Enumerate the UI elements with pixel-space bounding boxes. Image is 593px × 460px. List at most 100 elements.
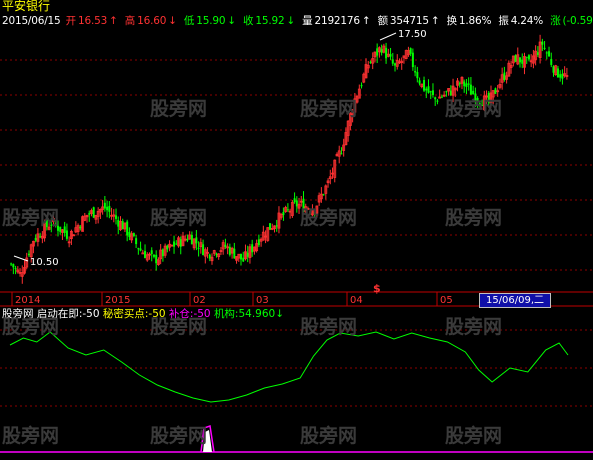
candle-body-down xyxy=(550,59,553,65)
price-chart-canvas[interactable]: 17.50 10.50 2014 2015 02 03 04 05 $ xyxy=(0,0,593,460)
candle-body-down xyxy=(389,54,392,57)
date-marker: $ xyxy=(373,282,381,295)
candle-body-down xyxy=(155,254,158,264)
candle-body-down xyxy=(128,231,131,238)
candle-body-down xyxy=(34,237,37,241)
candle-body-down xyxy=(103,202,106,209)
candle-body-down xyxy=(275,225,278,227)
candle-body-down xyxy=(552,66,555,73)
candle-body-down xyxy=(251,244,254,253)
candle-body-down xyxy=(186,238,189,241)
candle-body-down xyxy=(414,71,417,73)
candle-body-down xyxy=(202,244,205,256)
candle-body-down xyxy=(472,90,475,95)
candle-body-down xyxy=(391,59,394,64)
candle-body-down xyxy=(519,57,522,63)
date-tick-label: 2015 xyxy=(105,295,130,306)
candle-body-down xyxy=(445,91,448,93)
candle-body-down xyxy=(175,243,178,245)
candle-body-down xyxy=(179,239,182,247)
candle-body-down xyxy=(14,268,17,270)
candle-body-down xyxy=(411,52,414,68)
candle-body-down xyxy=(340,153,343,155)
candle-body-down xyxy=(463,81,466,87)
candle-body-down xyxy=(309,211,312,213)
candle-body-up xyxy=(141,252,145,255)
indicator-item-institution: 机构:54.960↓ xyxy=(213,308,285,320)
candle-body-down xyxy=(257,239,260,246)
high-price-pointer xyxy=(379,32,397,41)
candle-body-down xyxy=(135,238,138,245)
candle-body-down xyxy=(429,91,432,93)
candle-body-down xyxy=(246,252,249,257)
candle-body-down xyxy=(322,194,325,196)
candle-body-down xyxy=(521,59,524,64)
candle-body-down xyxy=(132,233,135,236)
candle-body-down xyxy=(423,80,426,91)
candle-body-down xyxy=(536,52,539,55)
candle-body-down xyxy=(144,250,147,259)
candle-body-down xyxy=(63,226,66,234)
candle-body-down xyxy=(269,223,272,230)
date-tick-label: 2014 xyxy=(15,295,40,306)
candle-body-down xyxy=(487,92,490,103)
candle-body-down xyxy=(360,85,363,87)
candle-body-down xyxy=(545,52,548,54)
candle-body-down xyxy=(92,207,95,218)
candle-body-down xyxy=(12,264,15,268)
candlestick-series xyxy=(10,34,569,284)
cursor-date-box: 15/06/09,二 xyxy=(479,293,551,308)
candle-body-down xyxy=(56,225,59,231)
candle-body-down xyxy=(161,249,164,257)
candle-body-down xyxy=(45,220,48,228)
candle-body-down xyxy=(106,206,109,211)
candle-body-down xyxy=(228,246,231,255)
candle-body-down xyxy=(50,224,53,226)
candle-body-down xyxy=(173,241,176,247)
indicator-name: 股旁网 xyxy=(2,308,34,320)
date-tick-label: 03 xyxy=(256,295,269,306)
candle-body-down xyxy=(427,86,430,93)
candle-body-down xyxy=(476,98,479,101)
candle-body-down xyxy=(137,248,140,250)
candle-body-down xyxy=(293,198,296,203)
institution-indicator-line xyxy=(9,331,569,403)
candle-body-down xyxy=(543,47,546,49)
candle-body-down xyxy=(548,51,551,57)
candle-body-down xyxy=(190,235,193,245)
candle-body-down xyxy=(166,245,169,250)
candle-body-down xyxy=(39,236,42,238)
candle-body-down xyxy=(302,198,305,212)
candle-body-down xyxy=(434,97,437,100)
candle-body-down xyxy=(65,230,68,239)
candle-body-down xyxy=(440,96,443,98)
low-price-label: 10.50 xyxy=(30,257,59,268)
candle-body-down xyxy=(121,221,124,230)
candle-body-down xyxy=(215,253,218,256)
candle-body-down xyxy=(481,104,484,106)
candle-body-down xyxy=(195,237,198,244)
candle-body-down xyxy=(10,263,13,265)
candle-body-down xyxy=(369,61,372,63)
candle-body-down xyxy=(380,49,383,53)
candle-body-down xyxy=(431,90,434,95)
stock-chart-window[interactable]: 平安银行 2015/06/15 开 16.53 ↑ 高 16.60 ↓ 低 15.90 ↓ … xyxy=(0,0,593,460)
candle-body-down xyxy=(514,55,517,62)
candle-body-down xyxy=(150,250,153,255)
date-tick-label: 02 xyxy=(193,295,206,306)
candle-body-down xyxy=(208,254,211,259)
candle-body-down xyxy=(126,221,129,236)
candle-body-down xyxy=(115,215,118,219)
candle-body-down xyxy=(385,47,388,59)
candle-body-down xyxy=(233,248,236,259)
candle-body-down xyxy=(282,211,285,215)
date-tick-label: 05 xyxy=(440,295,453,306)
candle-body-down xyxy=(152,254,155,257)
candle-body-down xyxy=(503,72,506,81)
candle-body-down xyxy=(286,209,289,211)
candle-body-down xyxy=(416,72,419,79)
candle-body-down xyxy=(559,74,562,78)
indicator-legend: 股旁网 启动在即:-50 秘密买点:-50 补仓:-50 机构:54.960↓ xyxy=(2,307,284,321)
candle-body-down xyxy=(88,213,91,215)
date-tick-label: 04 xyxy=(350,295,363,306)
